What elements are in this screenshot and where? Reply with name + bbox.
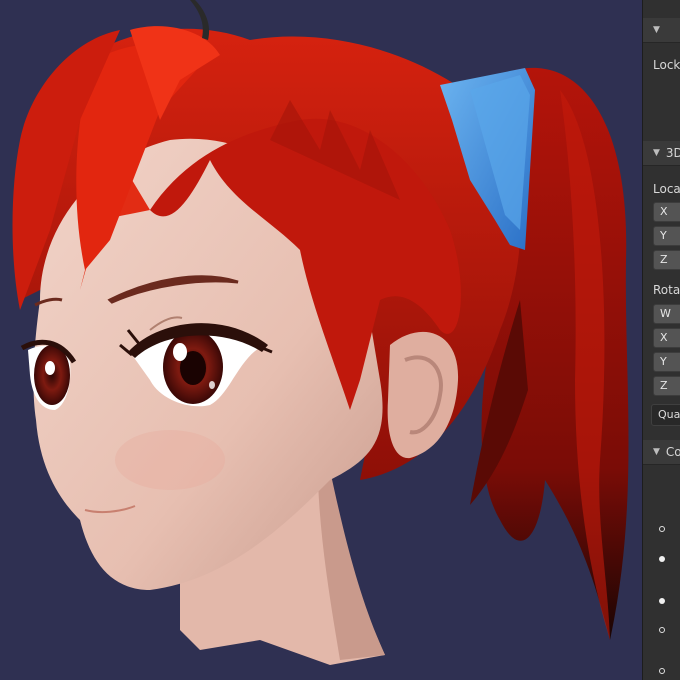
character-head-render (12, 0, 629, 665)
section-co-title: Co (665, 445, 680, 459)
location-label: Loca (653, 182, 680, 196)
radio-button[interactable] (659, 627, 665, 633)
location-x-field[interactable]: X (653, 202, 680, 222)
rotation-z-field[interactable]: Z (653, 376, 680, 396)
rotation-x-field[interactable]: X (653, 328, 680, 348)
chevron-down-icon[interactable]: ▼ (653, 148, 660, 158)
location-y-field[interactable]: Y (653, 226, 680, 246)
lock-label: Lock (653, 58, 680, 72)
rotation-y-field[interactable]: Y (653, 352, 680, 372)
radio-button[interactable] (659, 598, 665, 604)
properties-panel: ▼ Lock ▼ 3D Loca X Y Z Rota W X Y Z Qua … (642, 0, 680, 680)
collapse-header[interactable]: ▼ (643, 18, 680, 43)
rotation-mode-dropdown[interactable]: Qua (651, 404, 680, 426)
chevron-down-icon[interactable]: ▼ (653, 25, 660, 35)
section-co-header[interactable]: ▼ Co (643, 440, 680, 465)
rotation-w-field[interactable]: W (653, 304, 680, 324)
ear (387, 331, 459, 459)
chevron-down-icon[interactable]: ▼ (653, 447, 660, 457)
radio-button[interactable] (659, 556, 665, 562)
rotation-label: Rota (653, 283, 680, 297)
3d-viewport[interactable] (0, 0, 642, 680)
location-z-field[interactable]: Z (653, 250, 680, 270)
section-3d-header[interactable]: ▼ 3D (643, 141, 680, 166)
section-3d-title: 3D (665, 146, 680, 160)
radio-button[interactable] (659, 526, 665, 532)
radio-button[interactable] (659, 668, 665, 674)
